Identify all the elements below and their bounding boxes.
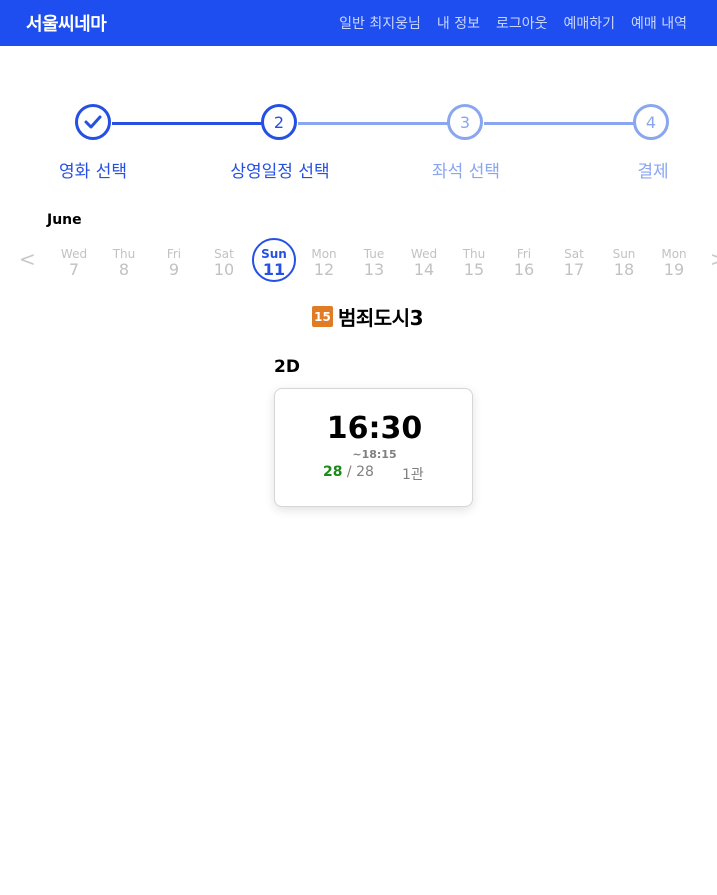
date-jun-16[interactable]: Fri 16	[504, 247, 544, 279]
date-jun-10[interactable]: Sat 10	[204, 247, 244, 279]
step-4-label: 결제	[637, 162, 669, 182]
day-of-week: Mon	[311, 247, 337, 261]
nav-logout[interactable]: 로그아웃	[496, 13, 548, 33]
date-jun-9[interactable]: Fri 9	[154, 247, 194, 279]
showtime-end: ~18:15	[352, 448, 397, 461]
date-jun-14[interactable]: Wed 14	[404, 247, 444, 279]
day-number: 7	[68, 260, 80, 279]
nav-reserve[interactable]: 예매하기	[563, 13, 615, 33]
showtime-start: 16:30	[326, 411, 423, 446]
seats-available: 28	[323, 464, 343, 480]
top-navbar: 서울씨네마 일반 최지웅님 내 정보 로그아웃 예매하기 예매 내역	[0, 0, 717, 46]
day-number: 15	[463, 260, 485, 279]
day-number: 9	[168, 260, 180, 279]
prev-dates-button[interactable]: <	[19, 247, 36, 271]
step-connector-2	[298, 122, 450, 125]
day-of-week: Fri	[516, 247, 532, 261]
step-1-label: 영화 선택	[59, 162, 127, 182]
step-2-circle: 2	[261, 104, 297, 140]
day-of-week: Fri	[166, 247, 182, 261]
nav-my-info[interactable]: 내 정보	[437, 13, 480, 33]
nav-links: 일반 최지웅님 내 정보 로그아웃 예매하기 예매 내역	[339, 13, 687, 33]
step-3-circle: 3	[447, 104, 483, 140]
date-jun-17[interactable]: Sat 17	[554, 247, 594, 279]
hall-label: 1관	[402, 467, 424, 483]
age-rating-badge: 15	[312, 306, 333, 327]
date-jun-13[interactable]: Tue 13	[354, 247, 394, 279]
step-4-circle: 4	[633, 104, 669, 140]
date-jun-19[interactable]: Mon 19	[654, 247, 694, 279]
date-jun-15[interactable]: Thu 15	[454, 247, 494, 279]
nav-user-greeting[interactable]: 일반 최지웅님	[339, 13, 421, 33]
day-of-week: Sat	[214, 247, 234, 261]
step-connector-3	[484, 122, 636, 125]
brand-logo-text[interactable]: 서울씨네마	[26, 10, 107, 36]
seats-total: 28	[356, 464, 374, 480]
day-number: 10	[213, 260, 235, 279]
booking-stepper: 2 3 4 영화 선택 상영일정 선택 좌석 선택 결제	[0, 100, 717, 190]
day-number: 14	[413, 260, 435, 279]
day-number: 16	[513, 260, 535, 279]
day-number: 19	[663, 260, 685, 279]
day-of-week: Thu	[112, 247, 136, 261]
day-of-week: Sat	[564, 247, 584, 261]
day-number: 18	[613, 260, 635, 279]
movie-title: 범죄도시3	[338, 306, 424, 330]
day-of-week: Wed	[410, 247, 438, 261]
seats-separator: /	[342, 464, 357, 480]
day-of-week: Tue	[363, 247, 385, 261]
day-number: 8	[118, 260, 130, 279]
month-label: June	[47, 212, 82, 228]
step-2-label: 상영일정 선택	[230, 162, 330, 182]
movie-title-row: 15 범죄도시3	[312, 302, 424, 331]
step-connector-1	[112, 122, 264, 125]
day-number: 12	[313, 260, 335, 279]
day-of-week: Sun	[261, 247, 287, 261]
date-jun-18[interactable]: Sun 18	[604, 247, 644, 279]
showtime-card[interactable]: 16:30 ~18:15 28 / 28 1관	[274, 388, 473, 507]
date-jun-12[interactable]: Mon 12	[304, 247, 344, 279]
step-3-label: 좌석 선택	[432, 162, 500, 182]
checkmark-icon	[84, 115, 102, 129]
day-number: 13	[363, 260, 385, 279]
date-jun-8[interactable]: Thu 8	[104, 247, 144, 279]
step-1-check-icon	[75, 104, 111, 140]
day-of-week: Wed	[60, 247, 88, 261]
screen-format-label: 2D	[274, 357, 300, 377]
day-of-week: Thu	[462, 247, 486, 261]
day-of-week: Sun	[612, 247, 636, 261]
seat-count: 28 / 28	[323, 464, 374, 480]
day-number: 11	[262, 260, 286, 279]
nav-reservation-history[interactable]: 예매 내역	[631, 13, 687, 33]
next-dates-button[interactable]: >	[710, 247, 717, 271]
day-of-week: Mon	[661, 247, 687, 261]
date-jun-7[interactable]: Wed 7	[54, 247, 94, 279]
date-jun-11-selected[interactable]: Sun 11	[254, 247, 294, 279]
day-number: 17	[563, 260, 585, 279]
